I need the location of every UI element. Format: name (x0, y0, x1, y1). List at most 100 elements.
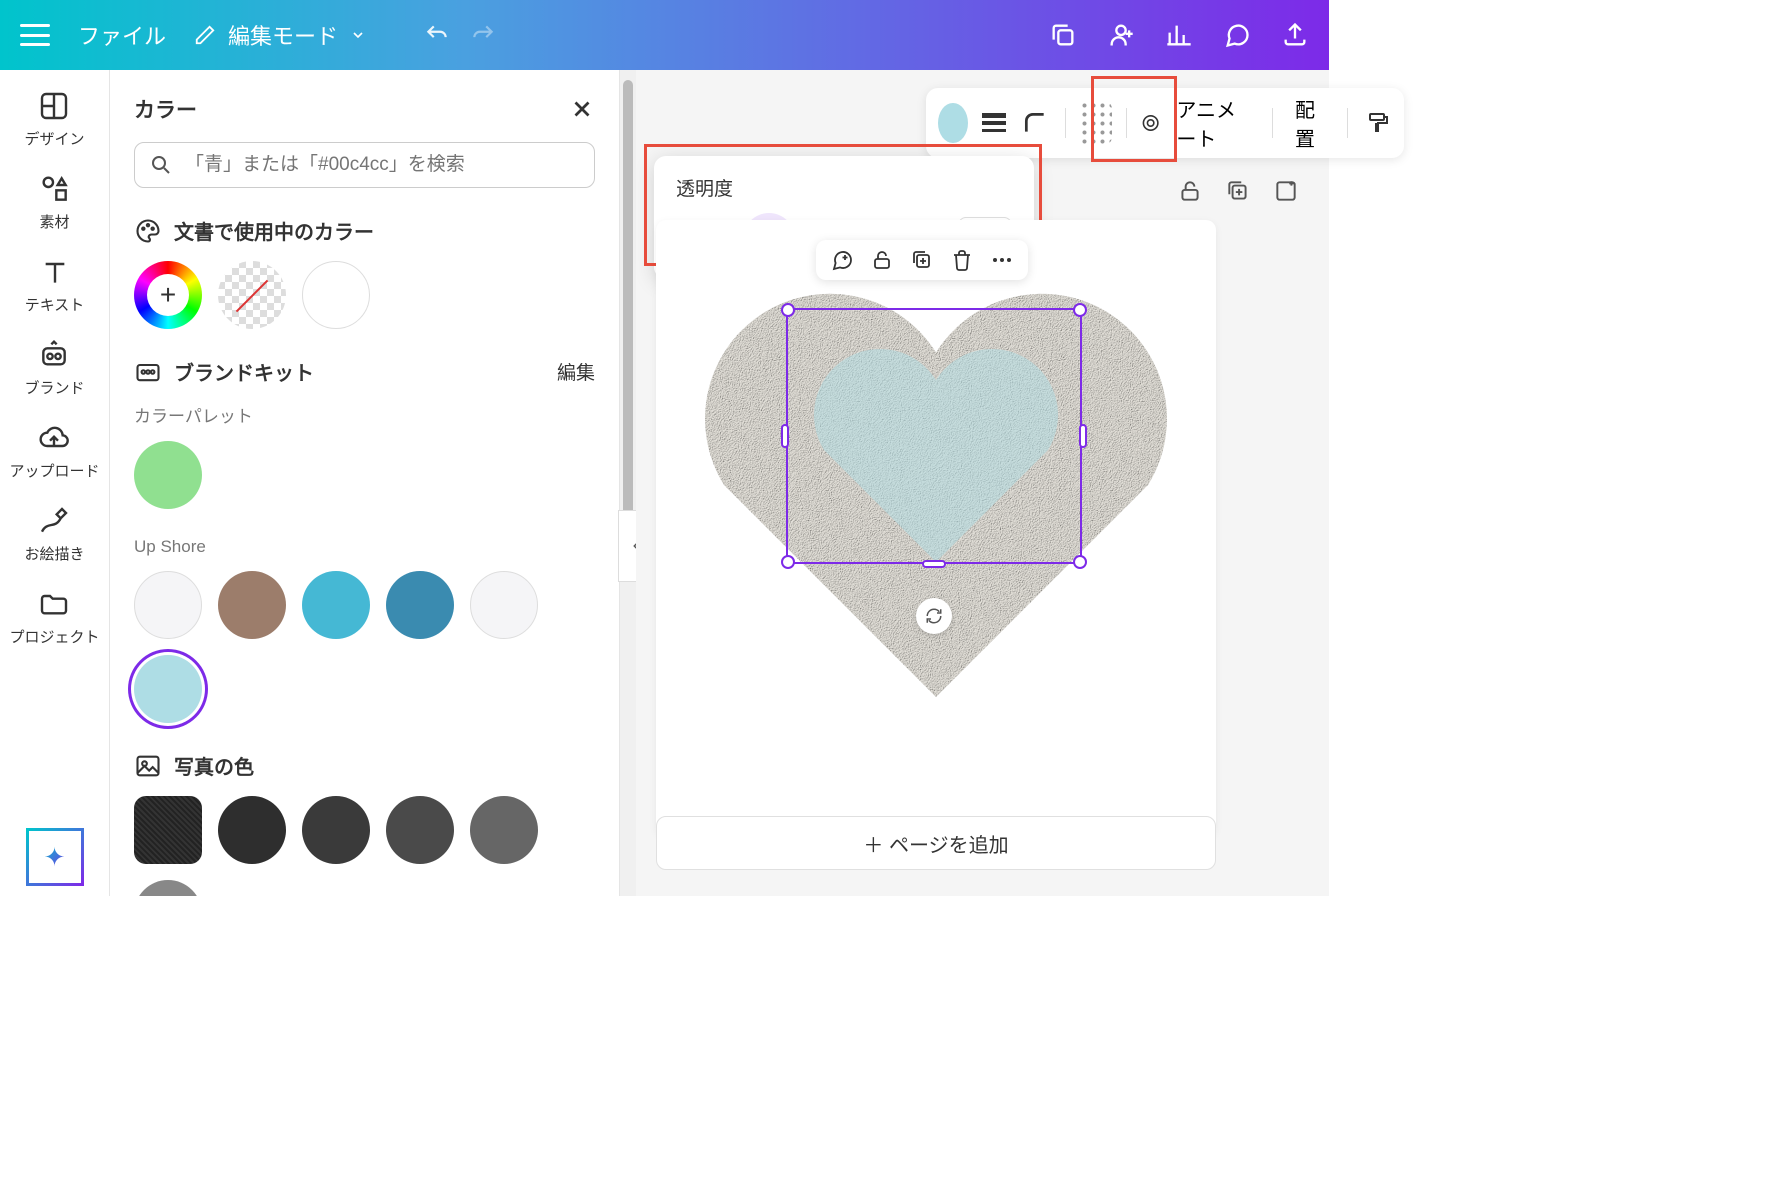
undo-redo-group (424, 22, 496, 48)
rail-label: テキスト (25, 294, 85, 315)
duplicate-page-icon[interactable] (1225, 178, 1251, 204)
rail-elements[interactable]: 素材 (39, 173, 71, 232)
rotate-icon (925, 607, 943, 625)
edit-mode-dropdown[interactable]: 編集モード (194, 19, 366, 51)
menu-button[interactable] (20, 24, 50, 46)
palette-label: カラーパレット (134, 402, 595, 427)
add-page-icon[interactable] (1273, 178, 1299, 204)
pencil-icon (194, 24, 216, 46)
color-swatch[interactable] (218, 796, 286, 864)
selection-box[interactable] (786, 308, 1082, 564)
lines-icon (981, 113, 1007, 133)
resize-handle-tr[interactable] (1073, 303, 1087, 317)
brand-icon (38, 339, 70, 371)
file-menu[interactable]: ファイル (78, 19, 166, 51)
photo-colors-head: 写真の色 (134, 751, 595, 780)
color-swatch[interactable] (218, 571, 286, 639)
resize-handle-mb[interactable] (922, 560, 946, 568)
color-swatch[interactable] (134, 571, 202, 639)
element-toolbar (816, 240, 1028, 280)
analytics-icon[interactable] (1165, 21, 1193, 49)
delete-icon[interactable] (950, 248, 974, 272)
resize-handle-tl[interactable] (781, 303, 795, 317)
add-page-label: ＋ ページを追加 (863, 829, 1008, 858)
rotate-handle[interactable] (916, 598, 952, 634)
section-title: 写真の色 (174, 751, 595, 780)
rail-upload[interactable]: アップロード (9, 422, 99, 481)
duplicate-icon[interactable] (910, 248, 934, 272)
magic-button[interactable]: ✦ (26, 828, 84, 886)
separator (1065, 108, 1066, 138)
undo-button[interactable] (424, 22, 450, 48)
doc-colors-head: 文書で使用中のカラー (134, 216, 595, 245)
add-user-icon[interactable] (1107, 21, 1135, 49)
color-swatch-white[interactable] (302, 261, 370, 329)
folder-icon (38, 588, 70, 620)
rail-label: お絵描き (24, 543, 84, 564)
color-swatch[interactable] (134, 655, 202, 723)
panel-scrollbar[interactable] (620, 70, 636, 896)
canvas-area[interactable]: アニメート 配置 透明度 35 (636, 70, 1329, 896)
color-swatch[interactable] (134, 880, 202, 896)
transparency-label: 透明度 (676, 174, 1012, 201)
fill-color-button[interactable] (938, 103, 968, 143)
section-title: 文書で使用中のカラー (174, 216, 595, 245)
resize-handle-bl[interactable] (781, 555, 795, 569)
color-swatch[interactable] (470, 796, 538, 864)
resize-handle-ml[interactable] (781, 424, 789, 448)
add-color-button[interactable] (134, 261, 202, 329)
edit-mode-label: 編集モード (228, 19, 338, 51)
close-button[interactable] (569, 96, 595, 122)
page-tools (1177, 178, 1299, 204)
comment-add-icon[interactable] (830, 248, 854, 272)
scrollbar-thumb[interactable] (623, 80, 633, 560)
shapes-icon (39, 173, 71, 205)
color-swatch[interactable] (302, 796, 370, 864)
topbar-left: ファイル 編集モード (20, 19, 1049, 51)
color-swatch[interactable] (134, 796, 202, 864)
lock-icon[interactable] (1177, 178, 1203, 204)
rail-projects[interactable]: プロジェクト (9, 588, 99, 647)
lock-icon[interactable] (870, 248, 894, 272)
transparent-swatch[interactable] (218, 261, 286, 329)
color-search[interactable] (134, 142, 595, 188)
more-icon[interactable] (990, 248, 1014, 272)
rail-design[interactable]: デザイン (24, 90, 84, 149)
chevron-down-icon (350, 27, 366, 43)
animate-button[interactable]: アニメート (1168, 94, 1258, 152)
context-toolbar: アニメート 配置 (926, 88, 1404, 158)
position-button[interactable]: 配置 (1287, 94, 1333, 152)
share-icon[interactable] (1281, 21, 1309, 49)
photo-colors-row (134, 796, 595, 896)
brand-palette-row (134, 441, 595, 509)
color-swatch[interactable] (470, 571, 538, 639)
corner-radius-button[interactable] (1018, 101, 1051, 145)
add-page-button[interactable]: ＋ ページを追加 (656, 816, 1216, 870)
redo-button[interactable] (470, 22, 496, 48)
upshore-palette-row (134, 571, 595, 723)
color-swatch[interactable] (134, 441, 202, 509)
canvas-page[interactable] (656, 220, 1216, 836)
sidebar-rail: デザイン 素材 テキスト ブランド アップロード お絵描き プロジェクト ✦ (0, 70, 110, 896)
edit-brandkit-link[interactable]: 編集 (557, 358, 595, 385)
color-swatch[interactable] (386, 571, 454, 639)
rail-label: デザイン (24, 128, 84, 149)
resize-handle-mr[interactable] (1079, 424, 1087, 448)
cloud-upload-icon (38, 422, 70, 454)
transparency-button[interactable] (1080, 101, 1113, 145)
search-input[interactable] (185, 154, 580, 176)
rail-text[interactable]: テキスト (25, 256, 85, 315)
resize-handle-br[interactable] (1073, 555, 1087, 569)
palette-icon (134, 217, 162, 245)
format-painter-button[interactable] (1361, 101, 1394, 145)
color-swatch[interactable] (386, 796, 454, 864)
rail-draw[interactable]: お絵描き (24, 505, 84, 564)
main-area: デザイン 素材 テキスト ブランド アップロード お絵描き プロジェクト ✦ (0, 70, 1329, 896)
doc-colors-row (134, 261, 595, 329)
border-style-button[interactable] (978, 101, 1011, 145)
copy-icon[interactable] (1049, 21, 1077, 49)
animate-icon (1141, 110, 1160, 136)
color-swatch[interactable] (302, 571, 370, 639)
rail-brand[interactable]: ブランド (24, 339, 84, 398)
comment-icon[interactable] (1223, 21, 1251, 49)
